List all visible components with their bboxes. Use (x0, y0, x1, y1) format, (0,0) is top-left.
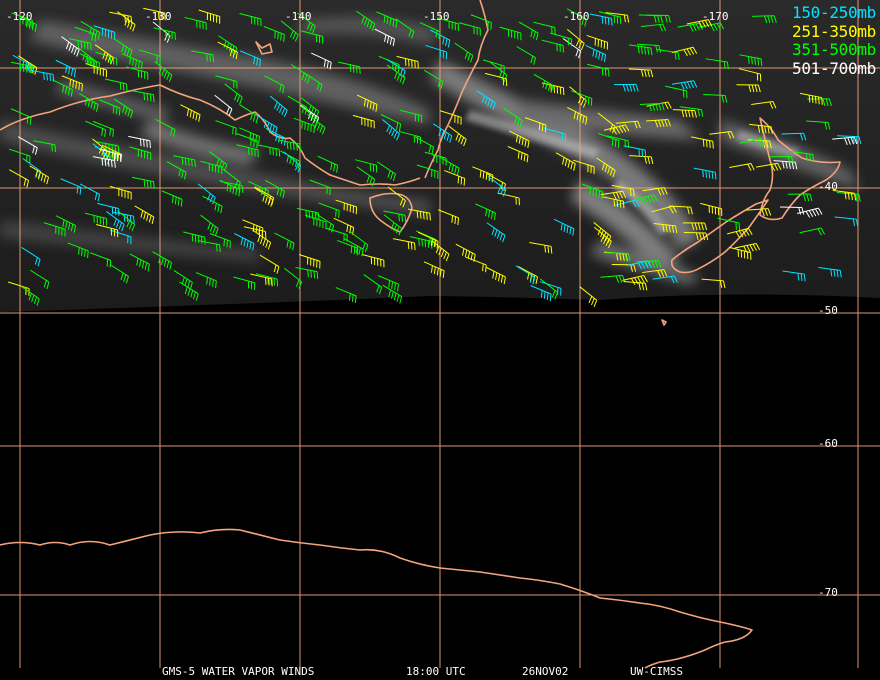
legend-entry-501-700: 501-700mb (792, 58, 876, 78)
caption-time: 18:00 UTC (406, 665, 466, 678)
caption-source: UW-CIMSS (630, 665, 683, 678)
lon-label-120: -120 (6, 10, 33, 23)
caption-date: 26NOV02 (522, 665, 569, 678)
pressure-level-legend: 150-250mb 251-350mb 351-500mb 501-700mb (792, 3, 876, 78)
lat-label-70: -70 (818, 586, 838, 599)
lon-label-130: -130 (145, 10, 172, 23)
lon-label-170: -170 (702, 10, 729, 23)
caption-product: GMS-5 WATER VAPOR WINDS (162, 665, 315, 678)
lon-label-140: -140 (285, 10, 312, 23)
legend-entry-150-250: 150-250mb (792, 3, 876, 22)
legend-entry-351-500: 351-500mb (792, 40, 876, 59)
image-caption: GMS-5 WATER VAPOR WINDS 18:00 UTC 26NOV0… (0, 665, 880, 680)
legend-entry-251-350: 251-350mb (792, 21, 876, 41)
lat-label-40: -40 (818, 180, 838, 193)
lat-label-50: -50 (818, 304, 838, 317)
antarctica-coast (0, 528, 753, 669)
water-vapor-wind-map: -120 -130 -140 -150 -160 -170 -40 -50 -6… (0, 0, 880, 669)
small-island (661, 319, 667, 326)
lon-label-160: -160 (563, 10, 590, 23)
lon-label-150: -150 (423, 10, 450, 23)
lat-label-60: -60 (818, 437, 838, 450)
